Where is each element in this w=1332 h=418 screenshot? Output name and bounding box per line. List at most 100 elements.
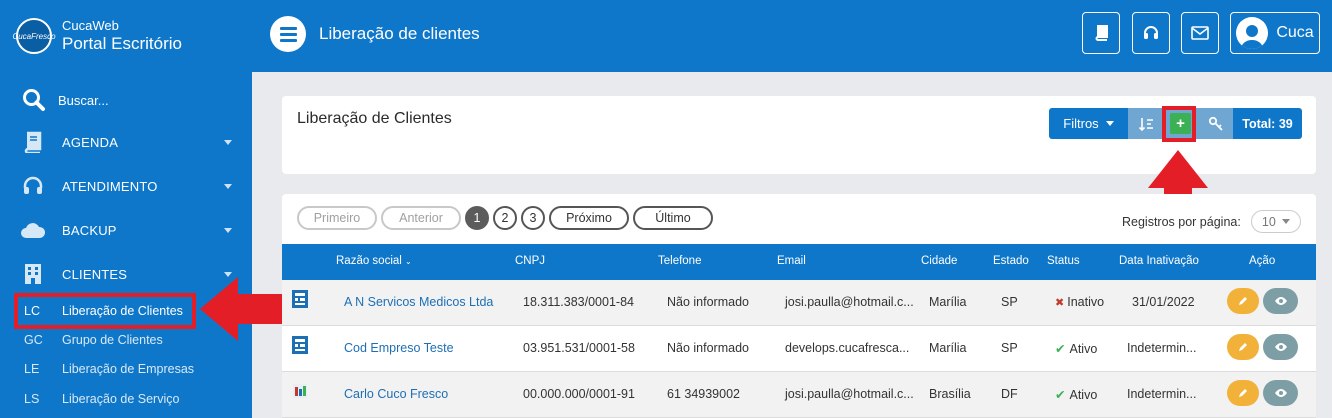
user-menu-button[interactable]: Cuca: [1230, 12, 1320, 54]
records-per-page-value: 10: [1261, 214, 1276, 229]
search-placeholder: Buscar...: [58, 92, 109, 108]
sort-button[interactable]: [1128, 108, 1163, 139]
header-status: Status: [1047, 255, 1080, 267]
edit-button[interactable]: [1227, 288, 1259, 314]
building-icon: [20, 262, 46, 286]
view-button[interactable]: [1263, 380, 1298, 406]
sidebar-item-agenda[interactable]: AGENDA: [20, 127, 232, 157]
header-label: Razão social: [336, 255, 402, 267]
cell-razao-social[interactable]: A N Servicos Medicos Ltda: [344, 295, 493, 309]
header-razao-social[interactable]: Razão social ⌄: [336, 255, 412, 267]
subitem-label: Liberação de Empresas: [62, 362, 195, 376]
company-icon: [292, 290, 308, 308]
cell-estado: SP: [1001, 295, 1018, 309]
messages-button[interactable]: [1181, 12, 1219, 54]
headset-icon: [20, 174, 46, 198]
sidebar-item-atendimento[interactable]: ATENDIMENTO: [20, 171, 232, 201]
page-button-1[interactable]: 1: [465, 206, 489, 230]
sidebar-item-backup[interactable]: BACKUP: [20, 215, 232, 245]
header-acao: Ação: [1249, 255, 1276, 267]
company-icon: [292, 336, 308, 354]
pencil-icon: [1239, 343, 1247, 351]
check-icon: ✔: [1055, 388, 1066, 402]
user-name: Cuca: [1276, 24, 1314, 41]
status-text: Ativo: [1069, 388, 1098, 402]
total-badge: Total: 39: [1233, 108, 1302, 139]
next-page-button[interactable]: Próximo: [549, 206, 629, 230]
records-per-page-select[interactable]: 10: [1250, 210, 1301, 233]
hamburger-menu-button[interactable]: [270, 16, 306, 52]
avatar: [1236, 17, 1269, 49]
support-button[interactable]: [1132, 12, 1170, 54]
page-button-3[interactable]: 3: [521, 206, 545, 230]
cell-status: ✔ Ativo: [1055, 387, 1097, 402]
filter-button[interactable]: Filtros: [1049, 108, 1128, 139]
header-email: Email: [777, 255, 806, 267]
edit-button[interactable]: [1227, 380, 1259, 406]
view-button[interactable]: [1263, 288, 1298, 314]
sidebar-search[interactable]: Buscar...: [22, 88, 109, 112]
highlight-box: [1162, 106, 1196, 142]
page-title: Liberação de clientes: [319, 24, 480, 43]
sidebar-item-label: BACKUP: [62, 222, 117, 238]
cell-razao-social[interactable]: Carlo Cuco Fresco: [344, 387, 448, 401]
cell-cidade: Marília: [929, 341, 967, 355]
cell-telefone: 61 34939002: [667, 387, 740, 401]
brand-text: CucaWeb Portal Escritório: [62, 18, 182, 54]
company-logo-icon: [293, 384, 307, 398]
book-icon: [20, 130, 46, 154]
cell-cnpj: 00.000.000/0001-91: [523, 387, 635, 401]
table-header: Razão social ⌄ CNPJ Telefone Email Cidad…: [282, 244, 1316, 280]
previous-page-button[interactable]: Anterior: [381, 206, 461, 230]
table-row[interactable]: Carlo Cuco Fresco 00.000.000/0001-91 61 …: [282, 372, 1316, 418]
cell-estado: DF: [1001, 387, 1018, 401]
book-button[interactable]: [1082, 12, 1120, 54]
sort-icon: [1138, 117, 1153, 131]
brand-logo: CucaFresco: [12, 18, 56, 54]
check-icon: ✔: [1055, 342, 1066, 356]
pencil-icon: [1239, 297, 1247, 305]
brand-app-small: CucaWeb: [62, 18, 119, 33]
subitem-abbr: LE: [24, 362, 40, 376]
cell-telefone: Não informado: [667, 295, 749, 309]
header-cidade: Cidade: [921, 255, 958, 267]
cell-estado: SP: [1001, 341, 1018, 355]
sort-down-icon: ⌄: [405, 257, 412, 266]
last-page-button[interactable]: Último: [633, 206, 713, 230]
edit-button[interactable]: [1227, 334, 1259, 360]
table-row[interactable]: A N Servicos Medicos Ltda 18.311.383/000…: [282, 280, 1316, 326]
header-estado: Estado: [993, 255, 1029, 267]
status-text: Inativo: [1067, 295, 1105, 309]
subitem-label: Grupo de Clientes: [62, 333, 163, 347]
chevron-down-icon: [224, 227, 232, 233]
table-row[interactable]: Cod Empreso Teste 03.951.531/0001-58 Não…: [282, 326, 1316, 372]
view-button[interactable]: [1263, 334, 1298, 360]
cell-telefone: Não informado: [667, 341, 749, 355]
pencil-icon: [1239, 389, 1247, 397]
sidebar-subitem-liberacao-servico[interactable]: LS Liberação de Serviço: [0, 386, 252, 412]
cell-razao-social[interactable]: Cod Empreso Teste: [344, 341, 454, 355]
brand-app-name: Portal Escritório: [62, 34, 182, 53]
book-icon: [1095, 25, 1108, 41]
sidebar-item-label: AGENDA: [62, 134, 119, 150]
sidebar-subitem-liberacao-empresas[interactable]: LE Liberação de Empresas: [0, 356, 252, 382]
user-icon: [1241, 25, 1264, 49]
key-button[interactable]: [1198, 108, 1233, 139]
page-button-2[interactable]: 2: [493, 206, 517, 230]
list-panel: Primeiro Anterior 1 2 3 Próximo Último R…: [282, 194, 1316, 418]
cell-data-inativacao: Indetermin...: [1127, 387, 1197, 401]
first-page-button[interactable]: Primeiro: [297, 206, 377, 230]
topbar: Liberação de clientes Cuca: [252, 0, 1332, 72]
brand[interactable]: CucaFresco CucaWeb Portal Escritório: [12, 18, 182, 54]
records-per-page-label: Registros por página:: [1122, 214, 1241, 229]
cell-status: ✔ Ativo: [1055, 341, 1097, 356]
cell-email: josi.paulla@hotmail.c...: [785, 295, 914, 309]
cell-email: josi.paulla@hotmail.c...: [785, 387, 914, 401]
chevron-down-icon: [224, 271, 232, 277]
close-icon: ✖: [1055, 297, 1065, 309]
headset-icon: [1144, 26, 1158, 39]
key-icon: [1208, 116, 1223, 131]
cell-cnpj: 18.311.383/0001-84: [523, 295, 634, 309]
header-cnpj: CNPJ: [515, 255, 546, 267]
cell-cnpj: 03.951.531/0001-58: [523, 341, 635, 355]
